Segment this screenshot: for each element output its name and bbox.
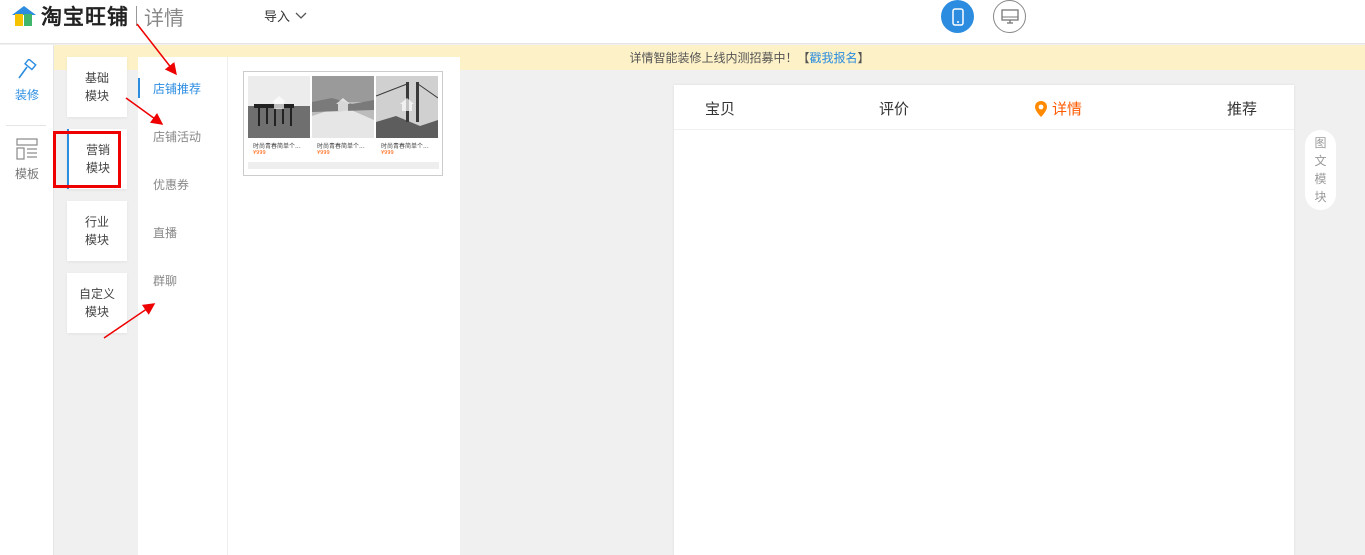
side-tool-char: 块	[1314, 190, 1327, 204]
rail-item-decorate[interactable]: 装修	[0, 59, 54, 103]
submenu-live[interactable]: 直播	[138, 222, 228, 242]
notice-bracket-close: 】	[857, 51, 870, 65]
tab-details-label: 详情	[1052, 100, 1083, 118]
shop-logo-icon	[12, 5, 36, 27]
thumbnail-item: 时尚青春简单个... ¥999	[248, 76, 310, 161]
signup-link[interactable]: 戳我报名	[810, 49, 858, 66]
thumbnail-price: ¥999	[317, 150, 330, 156]
mobile-view-button[interactable]	[941, 0, 974, 33]
thumbnail-strip	[248, 162, 439, 169]
category-industry[interactable]: 行业 模块	[67, 201, 127, 261]
module-thumbnail[interactable]: 时尚青春简单个... ¥999 时尚青春简单个... ¥999 时尚青春简单个.…	[243, 71, 443, 176]
import-label: 导入	[264, 10, 291, 25]
hammer-icon	[18, 59, 37, 79]
thumbnail-title: 时尚青春简单个...	[381, 143, 429, 150]
bridge-image	[376, 76, 438, 138]
brand-divider	[136, 6, 137, 26]
notice-bracket-open: 【	[797, 51, 810, 65]
module-panel: 店铺推荐 店铺活动 优惠券 直播 群聊 时尚青春简单个... ¥999 时尚青春…	[138, 57, 460, 555]
category-line: 自定义	[78, 287, 115, 301]
submenu: 店铺推荐 店铺活动 优惠券 直播 群聊	[138, 57, 228, 555]
mobile-icon	[951, 7, 964, 26]
thumbnail-price: ¥999	[381, 150, 394, 156]
category-line: 模块	[84, 233, 109, 247]
beach-image	[312, 76, 374, 138]
notice-text: 详情智能装修上线内测招募中！	[629, 51, 798, 65]
category-marketing[interactable]: 营销 模块	[67, 129, 127, 189]
template-icon	[16, 138, 38, 160]
preview-tabs: 宝贝 评价 详情 推荐	[674, 85, 1294, 130]
side-tool-char: 图	[1314, 136, 1327, 150]
rail-item-template[interactable]: 模板	[0, 138, 54, 182]
monitor-icon	[1000, 8, 1019, 24]
top-bar: 淘宝旺铺 详情 导入	[0, 0, 1365, 44]
submenu-group-chat[interactable]: 群聊	[138, 270, 228, 290]
category-line: 模块	[84, 89, 109, 103]
category-custom[interactable]: 自定义 模块	[67, 273, 127, 333]
logo: 淘宝旺铺 详情	[12, 3, 184, 30]
category-line: 模块	[84, 305, 109, 319]
rail-divider	[6, 125, 46, 126]
submenu-coupon[interactable]: 优惠券	[138, 174, 228, 194]
location-pin-icon	[1035, 100, 1047, 117]
import-dropdown[interactable]: 导入	[264, 6, 307, 25]
tab-reviews[interactable]: 评价	[879, 98, 909, 119]
tab-details[interactable]: 详情	[1034, 98, 1082, 119]
side-tool-char: 模	[1314, 172, 1327, 186]
tab-item[interactable]: 宝贝	[705, 98, 735, 119]
rail-label-template: 模板	[14, 167, 39, 181]
thumbnail-item: 时尚青春简单个... ¥999	[312, 76, 374, 161]
thumbnail-price: ¥999	[253, 150, 266, 156]
pier-image	[248, 76, 310, 138]
category-line: 行业	[84, 215, 109, 229]
side-tool-char: 文	[1314, 154, 1327, 168]
pc-view-button[interactable]	[993, 0, 1026, 33]
thumbnail-item: 时尚青春简单个... ¥999	[376, 76, 438, 161]
submenu-shop-recommend[interactable]: 店铺推荐	[138, 78, 228, 98]
category-line: 基础	[84, 71, 109, 85]
thumbnail-title: 时尚青春简单个...	[317, 143, 365, 150]
category-basic[interactable]: 基础 模块	[67, 57, 127, 117]
category-line: 营销	[85, 143, 110, 157]
rail-label-decorate: 装修	[14, 88, 39, 102]
thumbnail-title: 时尚青春简单个...	[253, 143, 301, 150]
brand-name: 淘宝旺铺	[41, 5, 129, 29]
category-line: 模块	[85, 161, 110, 175]
chevron-down-icon	[295, 12, 307, 19]
image-text-module-button[interactable]: 图 文 模 块	[1305, 130, 1336, 210]
page-title: 详情	[144, 5, 184, 30]
submenu-shop-activity[interactable]: 店铺活动	[138, 126, 228, 146]
left-rail: 装修 模板	[0, 45, 54, 555]
preview-canvas: 宝贝 评价 详情 推荐	[674, 85, 1294, 555]
tab-recommend[interactable]: 推荐	[1227, 98, 1257, 119]
